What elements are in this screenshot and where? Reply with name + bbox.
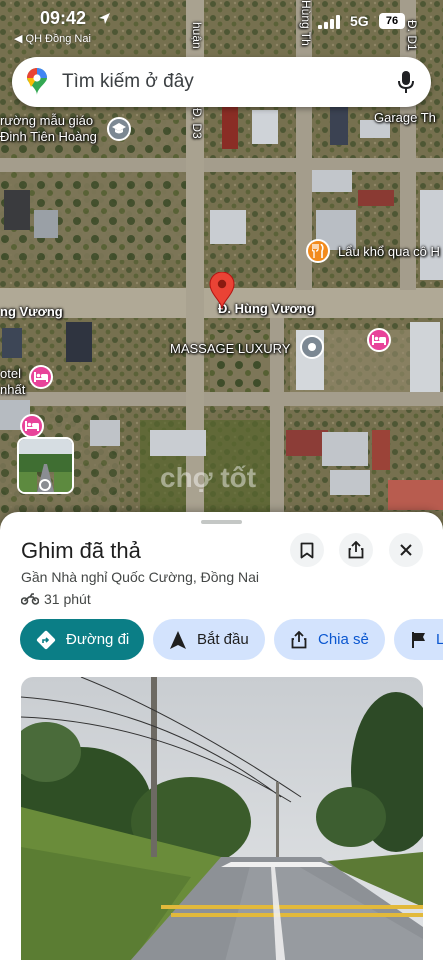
hotel-poi-icon-3[interactable]	[20, 414, 44, 438]
garage-label: Garage Th	[374, 110, 436, 125]
drag-handle[interactable]	[201, 520, 242, 524]
street-view-photo[interactable]	[21, 677, 423, 960]
school-label: rường mẫu giáo	[0, 113, 94, 128]
location-arrow-icon	[99, 13, 110, 24]
street-label-left: ng Vương	[0, 304, 63, 319]
start-label: Bắt đầu	[197, 631, 249, 648]
hotel-poi-icon[interactable]	[367, 328, 391, 352]
clock: 09:42	[40, 8, 87, 28]
microphone-icon[interactable]	[397, 70, 415, 94]
satellite-map[interactable]: rường mẫu giáo Đinh Tiên Hoàng Garage Th…	[0, 0, 443, 540]
share-icon	[348, 541, 364, 559]
share-icon	[288, 629, 310, 651]
place-poi-icon[interactable]	[300, 335, 324, 359]
travel-time-value: 31 phút	[44, 591, 91, 607]
hotel-label: otel	[0, 366, 21, 381]
place-title: Ghim đã thả	[21, 538, 141, 563]
flag-icon	[408, 629, 430, 651]
share-label: Chia sẻ	[318, 631, 369, 648]
directions-icon	[35, 629, 57, 651]
navigation-arrow-icon	[167, 629, 189, 651]
save-button[interactable]	[290, 533, 324, 567]
directions-button[interactable]: Đường đi	[20, 619, 144, 660]
back-to-app-link[interactable]: ◀ QH Đồng Nai	[14, 32, 91, 45]
street-view-thumbnail[interactable]	[17, 437, 74, 494]
directions-label: Đường đi	[66, 631, 130, 648]
restaurant-poi-icon[interactable]	[306, 239, 330, 263]
close-icon	[400, 544, 412, 556]
place-address: Gần Nhà nghỉ Quốc Cường, Đồng Nai	[21, 569, 260, 585]
dropped-pin-icon[interactable]	[209, 272, 235, 310]
battery-icon: 76	[379, 13, 405, 29]
label-chip-text: L	[436, 631, 443, 648]
action-chips: Đường đi Bắt đầu Chia sẻ L	[20, 619, 443, 661]
hotel-label-line2: nhất	[0, 382, 26, 397]
road-label-d3: Đ. D3	[190, 108, 204, 139]
search-bar[interactable]: Tìm kiếm ở đây	[12, 57, 431, 107]
network-type: 5G	[350, 13, 369, 29]
share-header-button[interactable]	[339, 533, 373, 567]
watermark: chợ tốt	[160, 462, 257, 493]
massage-label: MASSAGE LUXURY	[170, 341, 291, 356]
status-bar: 09:42 ◀ QH Đồng Nai 5G 76	[0, 0, 443, 52]
signal-icon	[318, 15, 340, 29]
restaurant-label: Lẩu khổ qua cô H	[338, 244, 440, 259]
search-input[interactable]: Tìm kiếm ở đây	[62, 71, 194, 93]
school-poi-icon[interactable]	[107, 117, 131, 141]
close-button[interactable]	[389, 533, 423, 567]
bookmark-icon	[300, 542, 314, 558]
place-sheet[interactable]: Ghim đã thả Gần Nhà nghỉ Quốc Cường, Đồn…	[0, 512, 443, 960]
hotel-poi-icon-2[interactable]	[29, 365, 53, 389]
travel-time: 31 phút	[21, 591, 91, 607]
maps-logo-icon	[27, 68, 47, 95]
start-button[interactable]: Bắt đầu	[153, 619, 265, 660]
share-button[interactable]: Chia sẻ	[274, 619, 385, 660]
motorbike-icon	[21, 593, 39, 605]
school-label-line2: Đinh Tiên Hoàng	[0, 129, 97, 144]
label-button[interactable]: L	[394, 619, 443, 660]
